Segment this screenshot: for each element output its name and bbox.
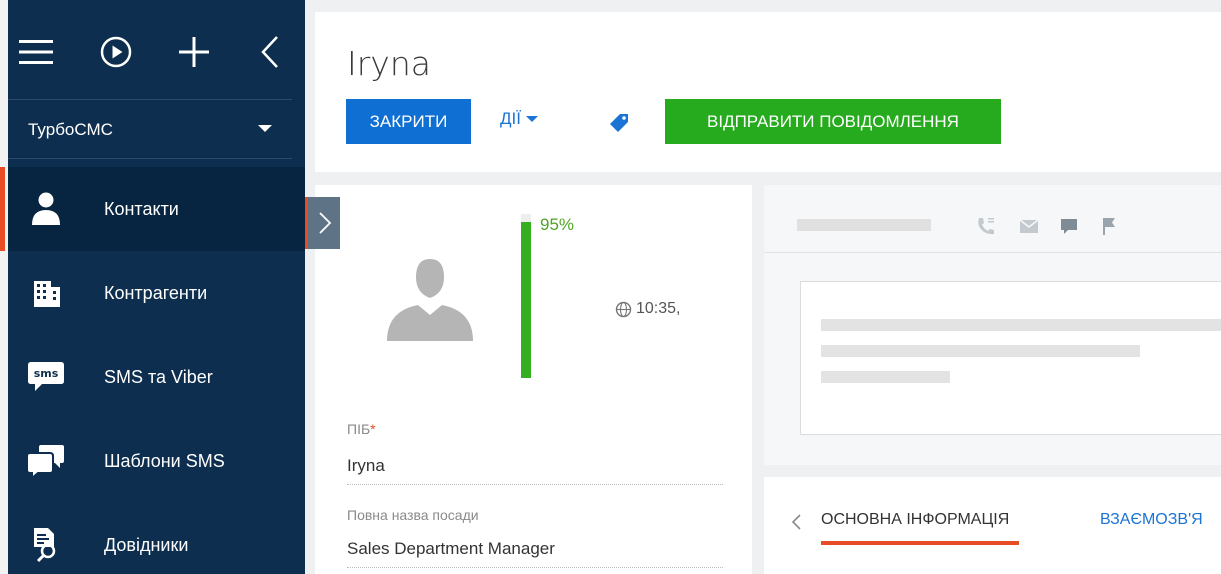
- tabs-bar: ОСНОВНА ІНФОРМАЦІЯ ВЗАЄМОЗВ'Я: [764, 477, 1221, 574]
- sidebar-item-lookups[interactable]: Довідники: [8, 503, 305, 574]
- chat-bubbles-icon: [26, 443, 66, 481]
- close-button[interactable]: ЗАКРИТИ: [346, 99, 471, 144]
- avatar[interactable]: [385, 255, 475, 341]
- header-card: Iryna ЗАКРИТИ ДІЇ ВІДПРАВИТИ ПОВІДОМЛЕНН…: [315, 12, 1221, 172]
- tab-relationships[interactable]: ВЗАЄМОЗВ'Я: [1100, 511, 1203, 529]
- chevron-left-icon[interactable]: [248, 34, 292, 70]
- name-field-label: ПІБ*: [347, 421, 376, 437]
- workspace-selector[interactable]: ТурбоСМС: [8, 100, 292, 158]
- tab-main-info[interactable]: ОСНОВНА ІНФОРМАЦІЯ: [821, 511, 1020, 545]
- play-icon[interactable]: [94, 34, 138, 70]
- position-field-label: Повна назва посади: [347, 507, 479, 523]
- page-title: Iryna: [347, 44, 431, 83]
- profile-card: 95% 10:35, ПІБ* Iryna Повна назва посади…: [315, 185, 752, 574]
- tag-icon[interactable]: [608, 112, 630, 134]
- globe-clock-icon: [615, 301, 632, 318]
- comment-icon[interactable]: [1058, 215, 1080, 237]
- completeness-bar: [521, 214, 531, 378]
- sidebar-divider: [8, 158, 292, 159]
- sidebar: ТурбоСМС Контакти Контрагенти sms SMS та…: [0, 0, 305, 574]
- communications-panel: [764, 185, 1221, 465]
- completeness-percent: 95%: [540, 215, 575, 234]
- mail-icon[interactable]: [1018, 215, 1040, 237]
- chevron-left-icon[interactable]: [788, 507, 804, 537]
- loading-placeholder: [797, 219, 931, 231]
- send-message-button[interactable]: ВІДПРАВИТИ ПОВІДОМЛЕННЯ: [665, 99, 1001, 144]
- sidebar-item-label: Контрагенти: [104, 283, 208, 303]
- sidebar-item-label: Контакти: [104, 199, 179, 219]
- lookup-icon: [26, 527, 66, 563]
- required-mark: *: [370, 421, 376, 437]
- placeholder-line: [821, 319, 1221, 331]
- communications-toolbar: [764, 185, 1221, 253]
- name-field[interactable]: Iryna: [347, 456, 723, 485]
- actions-dropdown[interactable]: ДІЇ: [500, 109, 538, 129]
- sidebar-toolbar: [8, 0, 305, 100]
- sidebar-item-label: Шаблони SMS: [104, 451, 225, 471]
- page-gutter: [0, 0, 8, 574]
- actions-label: ДІЇ: [500, 109, 521, 128]
- main-content: Iryna ЗАКРИТИ ДІЇ ВІДПРАВИТИ ПОВІДОМЛЕНН…: [305, 0, 1221, 574]
- building-icon: [26, 275, 66, 311]
- caret-down-icon: [258, 125, 272, 132]
- sidebar-item-label: SMS та Viber: [104, 367, 213, 387]
- sidebar-item-accounts[interactable]: Контрагенти: [8, 251, 305, 335]
- message-editor[interactable]: [800, 281, 1221, 435]
- position-field[interactable]: Sales Department Manager: [347, 539, 723, 568]
- workspace-label: ТурбоСМС: [28, 120, 113, 139]
- placeholder-line: [821, 371, 950, 383]
- sidebar-item-sms-templates[interactable]: Шаблони SMS: [8, 419, 305, 503]
- contact-icon: [26, 191, 66, 227]
- sms-icon: sms: [26, 359, 66, 395]
- svg-text:sms: sms: [34, 367, 59, 380]
- plus-icon[interactable]: [172, 34, 216, 70]
- panel-toggle[interactable]: [305, 197, 340, 249]
- sidebar-item-label: Довідники: [104, 535, 189, 555]
- flag-icon[interactable]: [1098, 215, 1120, 237]
- sidebar-item-contacts[interactable]: Контакти: [0, 167, 305, 251]
- placeholder-line: [821, 345, 1140, 357]
- sidebar-item-sms-viber[interactable]: sms SMS та Viber: [8, 335, 305, 419]
- phone-icon[interactable]: [975, 215, 997, 237]
- caret-down-icon: [525, 116, 538, 122]
- local-time: 10:35,: [636, 300, 681, 317]
- completeness-bar-fill: [521, 222, 531, 378]
- name-label-text: ПІБ: [347, 421, 371, 437]
- menu-icon[interactable]: [14, 34, 58, 70]
- timezone-info: 10:35,: [615, 300, 680, 318]
